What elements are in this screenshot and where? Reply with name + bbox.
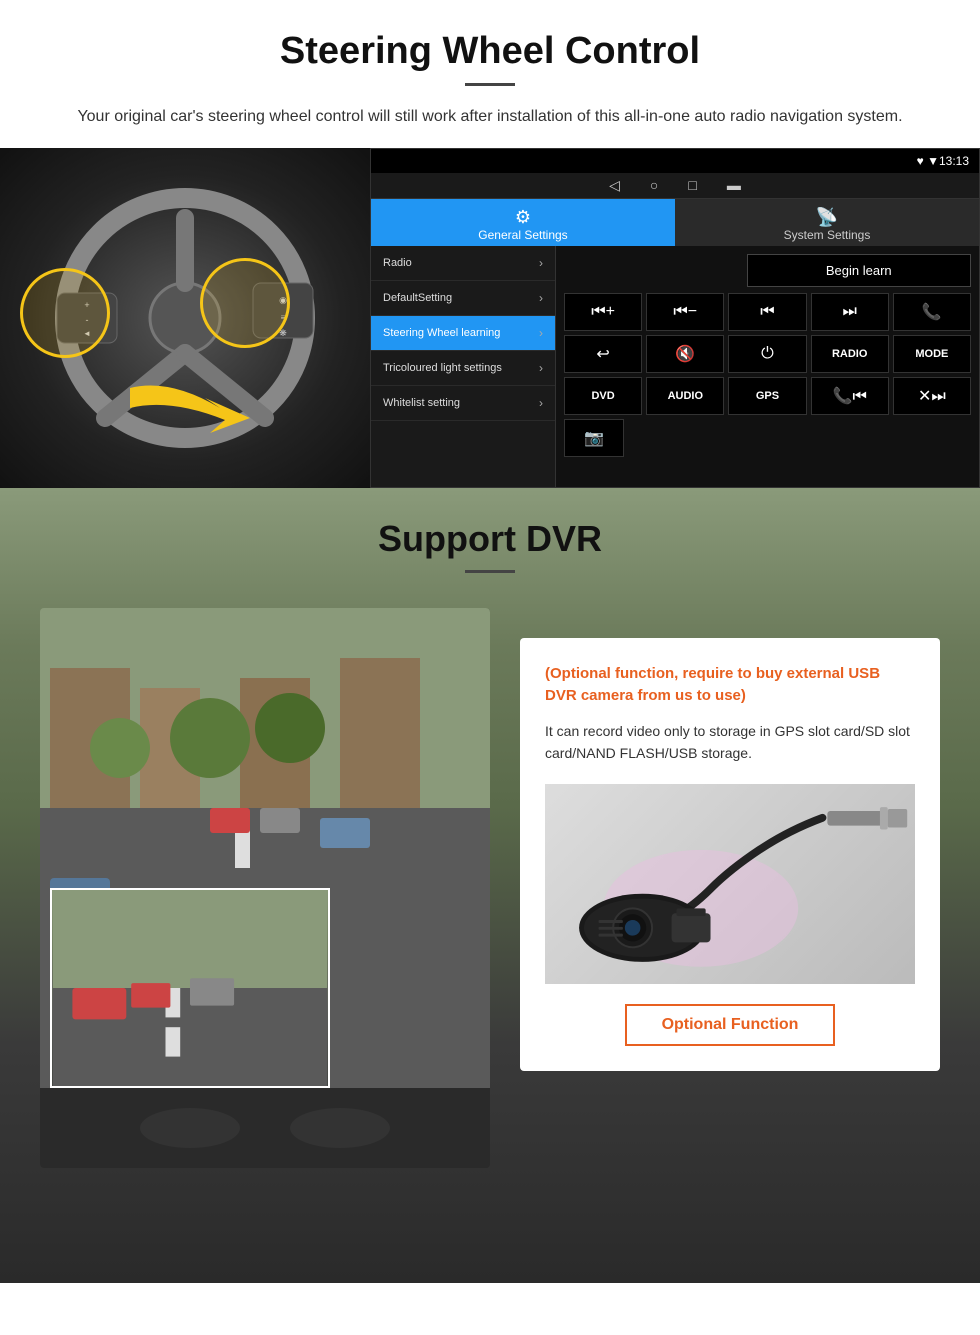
ctrl-gps[interactable]: GPS bbox=[728, 377, 806, 415]
dvr-info-card: (Optional function, require to buy exter… bbox=[520, 638, 940, 1072]
android-nav-bar: ◁ ○ □ ▬ bbox=[371, 173, 979, 199]
ctrl-vol-down[interactable]: ⏮− bbox=[646, 293, 724, 331]
dvr-right: (Optional function, require to buy exter… bbox=[520, 608, 940, 1072]
ctrl-phone[interactable]: 📞 bbox=[893, 293, 971, 331]
menu-item-light[interactable]: Tricoloured light settings › bbox=[371, 351, 555, 386]
steering-section: Steering Wheel Control Your original car… bbox=[0, 0, 980, 130]
ctrl-radio[interactable]: RADIO bbox=[811, 335, 889, 373]
ctrl-grid-row2: ↩ 🔇 ⏻ RADIO MODE bbox=[564, 335, 971, 373]
steering-divider bbox=[465, 83, 515, 86]
optional-function-button[interactable]: Optional Function bbox=[625, 1004, 836, 1046]
ctrl-phone-prev[interactable]: 📞⏮ bbox=[811, 377, 889, 415]
ctrl-mute[interactable]: 🔇 bbox=[646, 335, 724, 373]
android-tabs: ⚙ General Settings 📡 System Settings bbox=[371, 199, 979, 246]
yellow-circle-right bbox=[200, 258, 290, 348]
steering-composite: + - ◄ ◉ ≡ ❋ ♥ ▼ 13:13 ◁ bbox=[0, 148, 980, 488]
dvr-camera-image bbox=[545, 784, 915, 984]
android-ui: ♥ ▼ 13:13 ◁ ○ □ ▬ ⚙ General Settings 📡 S… bbox=[370, 148, 980, 488]
yellow-arrow bbox=[120, 368, 260, 448]
yellow-circle-left bbox=[20, 268, 110, 358]
control-panel: Begin learn ⏮+ ⏮− ⏮ ⏭ 📞 ↩ 🔇 ⏻ RADIO MODE bbox=[556, 246, 979, 487]
ctrl-dvd[interactable]: DVD bbox=[564, 377, 642, 415]
nav-home[interactable]: ○ bbox=[650, 177, 658, 193]
nav-recent[interactable]: □ bbox=[688, 177, 696, 193]
ctrl-back[interactable]: ↩ bbox=[564, 335, 642, 373]
steering-photo-inner: + - ◄ ◉ ≡ ❋ bbox=[0, 148, 370, 488]
nav-back[interactable]: ◁ bbox=[609, 177, 620, 194]
menu-chevron-default: › bbox=[539, 291, 543, 305]
menu-chevron-radio: › bbox=[539, 256, 543, 270]
menu-chevron-steering: › bbox=[539, 326, 543, 340]
menu-item-default-label: DefaultSetting bbox=[383, 292, 452, 304]
menu-item-light-label: Tricoloured light settings bbox=[383, 362, 502, 374]
menu-item-whitelist-label: Whitelist setting bbox=[383, 397, 460, 409]
nav-menu[interactable]: ▬ bbox=[727, 177, 741, 193]
menu-item-steering[interactable]: Steering Wheel learning › bbox=[371, 316, 555, 351]
road-scene bbox=[40, 608, 490, 1168]
dvr-small-photo bbox=[50, 888, 330, 1088]
steering-description: Your original car's steering wheel contr… bbox=[40, 104, 940, 130]
dvr-title: Support DVR bbox=[0, 518, 980, 560]
steering-title: Steering Wheel Control bbox=[40, 30, 940, 73]
dvr-section: Support DVR bbox=[0, 488, 980, 1283]
ctrl-grid-row1: ⏮+ ⏮− ⏮ ⏭ 📞 bbox=[564, 293, 971, 331]
begin-learn-row: Begin learn bbox=[564, 254, 971, 287]
ctrl-prev-track[interactable]: ⏮ bbox=[728, 293, 806, 331]
menu-item-steering-label: Steering Wheel learning bbox=[383, 327, 500, 339]
menu-list: Radio › DefaultSetting › Steering Wheel … bbox=[371, 246, 556, 487]
steering-photo: + - ◄ ◉ ≡ ❋ bbox=[0, 148, 370, 488]
ctrl-grid-row3: DVD AUDIO GPS 📞⏮ ✕⏭ bbox=[564, 377, 971, 415]
menu-item-radio[interactable]: Radio › bbox=[371, 246, 555, 281]
android-status-bar: ♥ ▼ 13:13 bbox=[371, 149, 979, 173]
menu-item-whitelist[interactable]: Whitelist setting › bbox=[371, 386, 555, 421]
dvr-content: (Optional function, require to buy exter… bbox=[0, 588, 980, 1188]
begin-learn-button[interactable]: Begin learn bbox=[747, 254, 972, 287]
dvr-camera-svg bbox=[545, 789, 915, 979]
status-icons: ♥ ▼ bbox=[917, 154, 939, 168]
tab-system[interactable]: 📡 System Settings bbox=[675, 199, 979, 246]
system-settings-icon: 📡 bbox=[680, 207, 974, 228]
tab-general-label: General Settings bbox=[478, 228, 567, 242]
ctrl-next-track[interactable]: ⏭ bbox=[811, 293, 889, 331]
menu-item-radio-label: Radio bbox=[383, 257, 412, 269]
ctrl-extra-row: 📷 bbox=[564, 419, 971, 457]
menu-item-default[interactable]: DefaultSetting › bbox=[371, 281, 555, 316]
dvr-optional-text: (Optional function, require to buy exter… bbox=[545, 663, 915, 708]
general-settings-icon: ⚙ bbox=[376, 207, 670, 228]
dvr-desc-text: It can record video only to storage in G… bbox=[545, 720, 915, 765]
dvr-small-photo-svg bbox=[52, 890, 328, 1086]
ctrl-camera[interactable]: 📷 bbox=[564, 419, 624, 457]
dvr-main-photo bbox=[40, 608, 490, 1168]
tab-system-label: System Settings bbox=[784, 228, 871, 242]
tab-general[interactable]: ⚙ General Settings bbox=[371, 199, 675, 246]
dvr-left bbox=[40, 608, 490, 1168]
status-time: 13:13 bbox=[939, 154, 969, 168]
menu-chevron-whitelist: › bbox=[539, 396, 543, 410]
menu-chevron-light: › bbox=[539, 361, 543, 375]
dvr-title-area: Support DVR bbox=[0, 488, 980, 588]
ctrl-mode[interactable]: MODE bbox=[893, 335, 971, 373]
android-content: Radio › DefaultSetting › Steering Wheel … bbox=[371, 246, 979, 487]
ctrl-audio[interactable]: AUDIO bbox=[646, 377, 724, 415]
ctrl-x-next[interactable]: ✕⏭ bbox=[893, 377, 971, 415]
ctrl-vol-up[interactable]: ⏮+ bbox=[564, 293, 642, 331]
ctrl-power[interactable]: ⏻ bbox=[728, 335, 806, 373]
dvr-divider bbox=[465, 570, 515, 573]
